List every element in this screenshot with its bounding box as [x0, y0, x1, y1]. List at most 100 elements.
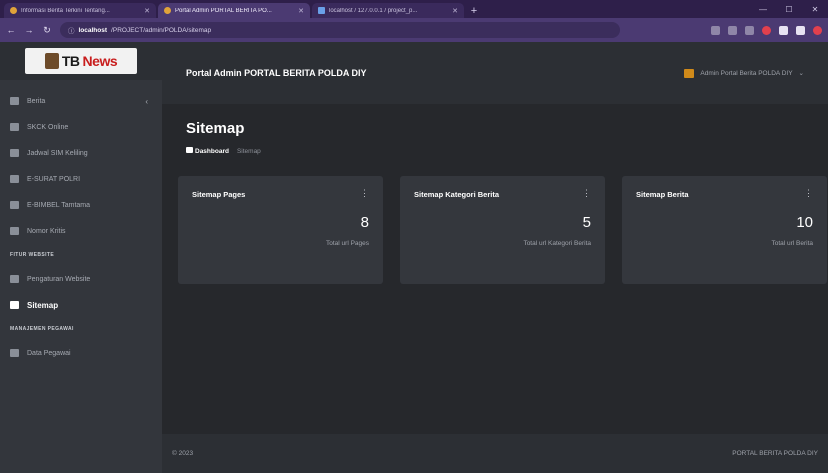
dashboard-icon	[186, 147, 193, 153]
document-icon	[10, 175, 19, 183]
sidebar-item-label: SKCK Online	[27, 123, 69, 131]
tab-title: localhost / 127.0.0.1 / project_p...	[329, 7, 418, 14]
car-icon	[10, 149, 19, 157]
sidebar-item-e-bimbel[interactable]: E-BIMBEL Tamtama	[0, 192, 162, 218]
reload-icon[interactable]: ↻	[42, 25, 52, 36]
user-menu[interactable]: Admin Portal Berita POLDA DIY ⌄	[684, 68, 804, 78]
sidebar-item-skck[interactable]: SKCK Online	[0, 114, 162, 140]
chevron-down-icon: ⌄	[798, 70, 804, 77]
breadcrumb-home[interactable]: Dashboard	[186, 147, 229, 155]
sidebar-item-label: Jadwal SIM Keliling	[27, 149, 88, 157]
breadcrumb-current: Sitemap	[236, 147, 261, 155]
more-options-icon[interactable]: ⋮	[804, 188, 813, 199]
sitemap-cards: Sitemap Pages ⋮ 8 Total url Pages Sitema…	[178, 176, 827, 284]
card-title: Sitemap Pages	[192, 190, 246, 199]
close-tab-icon[interactable]: ✕	[144, 7, 150, 15]
card-subtitle: Total url Berita	[771, 240, 813, 247]
card-value: 5	[582, 214, 591, 231]
more-options-icon[interactable]: ⋮	[360, 188, 369, 199]
site-info-icon[interactable]: ⓘ	[68, 25, 75, 35]
footer: © 2023 PORTAL BERITA POLDA DIY	[162, 434, 828, 473]
browser-tabbar: Informasi Berita Terkini Tentang... ✕ Po…	[0, 0, 828, 18]
extension-icon[interactable]	[779, 25, 788, 35]
site-favicon-icon	[164, 7, 171, 14]
sidebar-section-fitur-website: FITUR WEBSITE	[10, 252, 55, 258]
extension-icon[interactable]	[762, 25, 771, 35]
back-icon[interactable]: ←	[6, 25, 16, 35]
sidebar-menu: Berita ‹ SKCK Online Jadwal SIM Keliling…	[0, 80, 162, 366]
breadcrumb-home-label: Dashboard	[195, 148, 229, 155]
sidebar-item-label: Data Pegawai	[27, 349, 71, 357]
sidebar-item-label: Sitemap	[27, 300, 59, 310]
url-path: /PROJECT/admin/POLDA/sitemap	[111, 26, 212, 34]
browser-tab[interactable]: localhost / 127.0.0.1 / project_p... ✕	[312, 3, 464, 18]
footer-brand: PORTAL BERITA POLDA DIY	[732, 450, 818, 457]
phone-list-icon	[10, 227, 19, 235]
sidebar-item-sitemap[interactable]: Sitemap	[0, 292, 162, 318]
close-tab-icon[interactable]: ✕	[452, 7, 458, 15]
chevron-left-icon: ‹	[145, 96, 148, 106]
tab-title: Portal Admin PORTAL BERITA PO...	[175, 7, 272, 14]
main-content: Sitemap Dashboard Sitemap Sitemap Pages …	[162, 104, 828, 434]
book-icon	[10, 201, 19, 209]
users-icon	[10, 349, 19, 357]
sidebar-item-label: E-BIMBEL Tamtama	[27, 201, 91, 209]
sidebar-item-label: E-SURAT POLRI	[27, 175, 81, 183]
card-subtitle: Total url Pages	[326, 240, 369, 247]
topbar: Portal Admin PORTAL BERITA POLDA DIY Adm…	[162, 42, 828, 104]
user-name: Admin Portal Berita POLDA DIY	[700, 69, 793, 77]
card-sitemap-berita: Sitemap Berita ⋮ 10 Total url Berita	[622, 176, 827, 284]
tbnews-logo[interactable]: TB News	[25, 48, 137, 74]
browser-tab[interactable]: Informasi Berita Terkini Tentang... ✕	[4, 3, 156, 18]
url-input[interactable]: ⓘ localhost/PROJECT/admin/POLDA/sitemap	[60, 22, 620, 38]
close-tab-icon[interactable]: ✕	[298, 7, 304, 15]
card-sitemap-kategori-berita: Sitemap Kategori Berita ⋮ 5 Total url Ka…	[400, 176, 605, 284]
sidebar-section-manajemen-pegawai: MANAJEMEN PEGAWAI	[10, 326, 74, 332]
new-tab-button[interactable]: +	[466, 3, 482, 18]
sidebar-item-label: Nomor Kritis	[27, 227, 66, 235]
maximize-icon[interactable]: ☐	[776, 0, 802, 18]
tab-title: Informasi Berita Terkini Tentang...	[21, 7, 110, 14]
sidebar-item-pengaturan-website[interactable]: Pengaturan Website	[0, 266, 162, 292]
police-emblem-icon	[44, 53, 59, 69]
logo-area: TB News	[0, 42, 162, 80]
sidebar-item-nomor-kritis[interactable]: Nomor Kritis	[0, 218, 162, 244]
sidebar-item-label: Pengaturan Website	[27, 275, 91, 283]
breadcrumb: Dashboard Sitemap	[186, 147, 261, 155]
card-title: Sitemap Kategori Berita	[414, 190, 500, 199]
extension-icon[interactable]	[711, 25, 720, 35]
profile-icon[interactable]	[813, 25, 822, 35]
sidebar-item-sim-keliling[interactable]: Jadwal SIM Keliling	[0, 140, 162, 166]
logo-text-tb: TB	[61, 53, 80, 69]
logo-text-news: News	[82, 53, 118, 69]
footer-copyright: © 2023	[172, 450, 194, 457]
extensions-area	[711, 25, 822, 35]
card-value: 8	[360, 214, 369, 231]
avatar	[684, 68, 695, 78]
phpmyadmin-favicon-icon	[318, 7, 325, 14]
file-icon	[10, 123, 19, 131]
tools-icon	[10, 275, 19, 283]
sidebar-item-berita[interactable]: Berita ‹	[0, 88, 162, 114]
more-options-icon[interactable]: ⋮	[582, 188, 591, 199]
card-subtitle: Total url Kategori Berita	[523, 240, 591, 247]
news-icon	[10, 97, 19, 105]
address-bar: ← → ↻ ⓘ localhost/PROJECT/admin/POLDA/si…	[0, 18, 828, 42]
sidebar-item-data-pegawai[interactable]: Data Pegawai	[0, 340, 162, 366]
page-title: Sitemap	[186, 120, 245, 137]
window-controls: — ☐ ✕	[750, 0, 828, 18]
close-window-icon[interactable]: ✕	[802, 0, 828, 18]
browser-tab-active[interactable]: Portal Admin PORTAL BERITA PO... ✕	[158, 3, 310, 18]
extension-icon[interactable]	[745, 25, 754, 35]
extension-icon[interactable]	[796, 25, 805, 35]
card-value: 10	[796, 214, 813, 231]
sidebar-item-e-surat[interactable]: E-SURAT POLRI	[0, 166, 162, 192]
minimize-icon[interactable]: —	[750, 0, 776, 18]
sidebar-item-label: Berita	[27, 97, 46, 105]
forward-icon[interactable]: →	[24, 25, 34, 35]
card-sitemap-pages: Sitemap Pages ⋮ 8 Total url Pages	[178, 176, 383, 284]
site-favicon-icon	[10, 7, 17, 14]
extension-icon[interactable]	[728, 25, 737, 35]
card-title: Sitemap Berita	[636, 190, 689, 199]
portal-title: Portal Admin PORTAL BERITA POLDA DIY	[186, 68, 367, 78]
